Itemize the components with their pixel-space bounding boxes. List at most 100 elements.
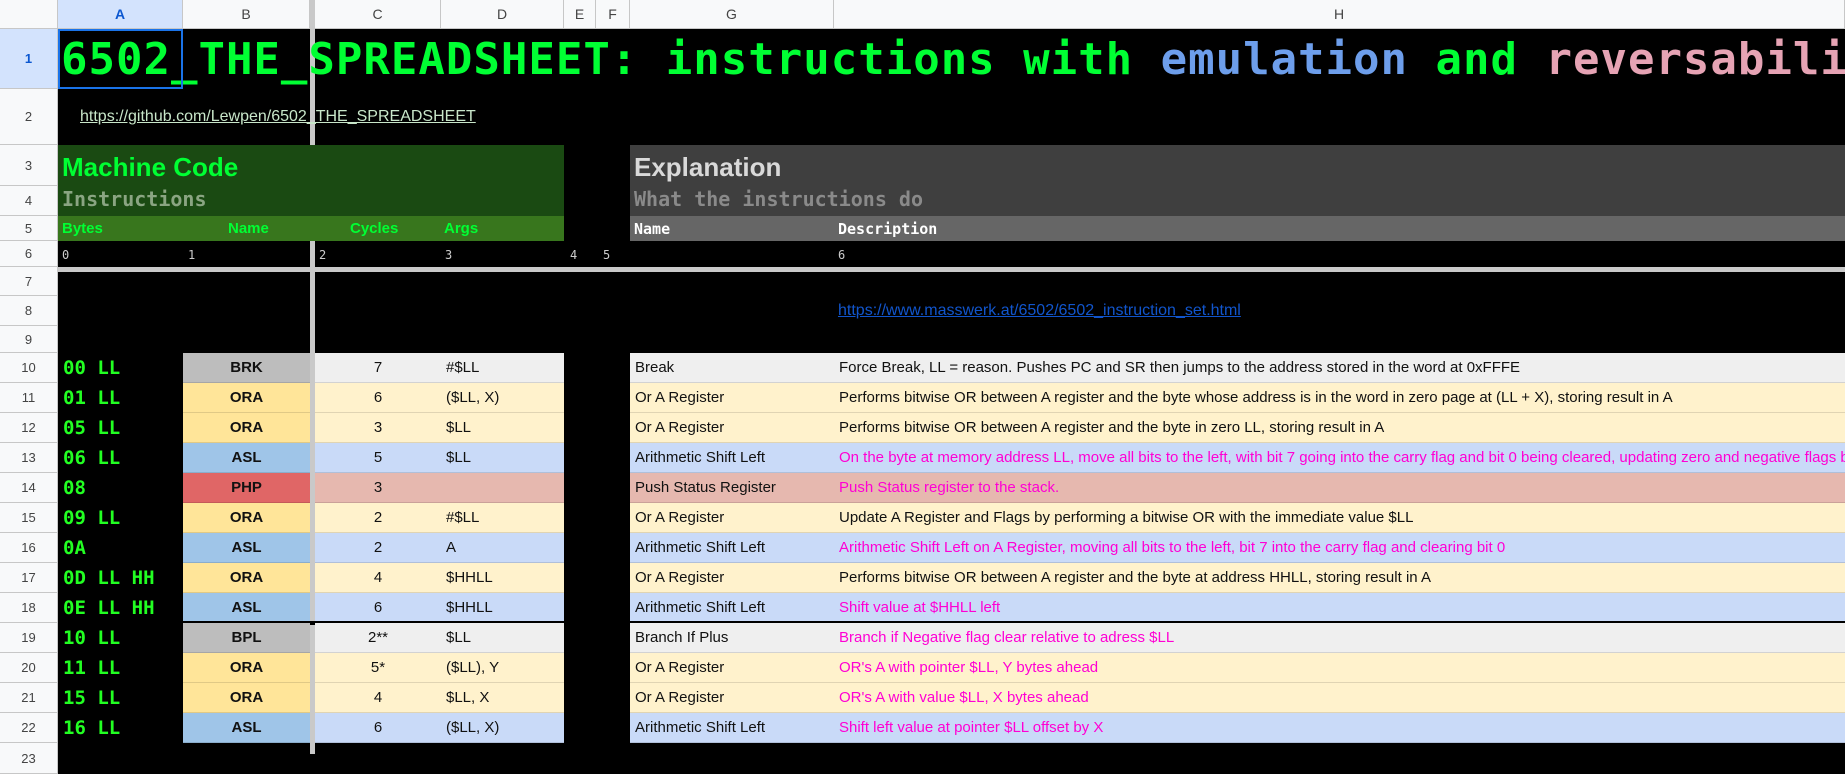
instruction-description[interactable]: Performs bitwise OR between A register a… — [834, 383, 1845, 413]
instruction-fullname[interactable]: Push Status Register — [630, 473, 834, 503]
instruction-fullname[interactable]: Or A Register — [630, 383, 834, 413]
row-header-4[interactable]: 4 — [0, 186, 58, 216]
row-header-12[interactable]: 12 — [0, 413, 58, 443]
instruction-cycles[interactable]: 7 — [315, 353, 441, 383]
instruction-args[interactable]: $LL — [441, 443, 564, 473]
row-header-23[interactable]: 23 — [0, 743, 58, 774]
row-header-11[interactable]: 11 — [0, 383, 58, 413]
instruction-bytes[interactable]: 00 LL — [58, 353, 183, 383]
instruction-mnemonic[interactable]: ASL — [183, 593, 310, 623]
instruction-mnemonic[interactable]: ORA — [183, 413, 310, 443]
instruction-fullname[interactable]: Or A Register — [630, 653, 834, 683]
column-header-e[interactable]: E — [564, 0, 596, 29]
instruction-mnemonic[interactable]: BRK — [183, 353, 310, 383]
instruction-fullname[interactable]: Or A Register — [630, 503, 834, 533]
column-header-d[interactable]: D — [441, 0, 564, 29]
instruction-mnemonic[interactable]: ORA — [183, 383, 310, 413]
instruction-cycles[interactable]: 3 — [315, 413, 441, 443]
row-header-21[interactable]: 21 — [0, 683, 58, 713]
instruction-bytes[interactable]: 11 LL — [58, 653, 183, 683]
instruction-fullname[interactable]: Arithmetic Shift Left — [630, 443, 834, 473]
instruction-args[interactable]: $LL — [441, 413, 564, 443]
instruction-mnemonic[interactable]: ORA — [183, 503, 310, 533]
instruction-fullname[interactable]: Or A Register — [630, 563, 834, 593]
instruction-mnemonic[interactable]: PHP — [183, 473, 310, 503]
instruction-description[interactable]: Branch if Negative flag clear relative t… — [834, 623, 1845, 653]
instruction-cycles[interactable]: 4 — [315, 683, 441, 713]
instruction-args[interactable]: $HHLL — [441, 563, 564, 593]
instruction-args[interactable]: A — [441, 533, 564, 563]
instruction-args[interactable]: $HHLL — [441, 593, 564, 623]
instruction-mnemonic[interactable]: ASL — [183, 443, 310, 473]
instruction-mnemonic[interactable]: ASL — [183, 713, 310, 743]
column-header-c[interactable]: C — [315, 0, 441, 29]
row-header-16[interactable]: 16 — [0, 533, 58, 563]
instruction-bytes[interactable]: 05 LL — [58, 413, 183, 443]
row-header-9[interactable]: 9 — [0, 326, 58, 353]
instruction-description[interactable]: Performs bitwise OR between A register a… — [834, 413, 1845, 443]
instruction-bytes[interactable]: 16 LL — [58, 713, 183, 743]
row-header-10[interactable]: 10 — [0, 353, 58, 383]
instruction-mnemonic[interactable]: ORA — [183, 683, 310, 713]
instruction-description[interactable]: OR's A with pointer $LL, Y bytes ahead — [834, 653, 1845, 683]
instruction-bytes[interactable]: 0E LL HH — [58, 593, 183, 623]
active-cell-outline[interactable] — [58, 29, 183, 89]
instruction-mnemonic[interactable]: BPL — [183, 623, 310, 653]
reference-link[interactable]: https://www.masswerk.at/6502/6502_instru… — [838, 302, 1241, 320]
instruction-bytes[interactable]: 08 — [58, 473, 183, 503]
instruction-args[interactable]: ($LL, X) — [441, 713, 564, 743]
instruction-cycles[interactable]: 6 — [315, 383, 441, 413]
instruction-args[interactable]: #$LL — [441, 503, 564, 533]
instruction-cycles[interactable]: 4 — [315, 563, 441, 593]
instruction-mnemonic[interactable]: ORA — [183, 653, 310, 683]
instruction-mnemonic[interactable]: ASL — [183, 533, 310, 563]
column-header-f[interactable]: F — [596, 0, 630, 29]
instruction-cycles[interactable]: 2 — [315, 533, 441, 563]
instruction-cycles[interactable]: 3 — [315, 473, 441, 503]
instruction-fullname[interactable]: Branch If Plus — [630, 623, 834, 653]
row-header-18[interactable]: 18 — [0, 593, 58, 623]
instruction-description[interactable]: Performs bitwise OR between A register a… — [834, 563, 1845, 593]
frozen-row-divider[interactable] — [58, 267, 1845, 272]
instruction-bytes[interactable]: 0A — [58, 533, 183, 563]
instruction-args[interactable] — [441, 473, 564, 503]
row-header-3[interactable]: 3 — [0, 145, 58, 186]
instruction-args[interactable]: $LL — [441, 623, 564, 653]
instruction-description[interactable]: OR's A with value $LL, X bytes ahead — [834, 683, 1845, 713]
instruction-args[interactable]: $LL, X — [441, 683, 564, 713]
instruction-args[interactable]: #$LL — [441, 353, 564, 383]
row-header-6[interactable]: 6 — [0, 241, 58, 267]
instruction-cycles[interactable]: 2 — [315, 503, 441, 533]
repo-link[interactable]: https://github.com/Lewpen/6502_THE_SPREA… — [80, 108, 476, 126]
row-header-7[interactable]: 7 — [0, 267, 58, 296]
instruction-bytes[interactable]: 0D LL HH — [58, 563, 183, 593]
row-header-19[interactable]: 19 — [0, 623, 58, 653]
instruction-fullname[interactable]: Arithmetic Shift Left — [630, 713, 834, 743]
row-header-1[interactable]: 1 — [0, 29, 58, 89]
row-header-14[interactable]: 14 — [0, 473, 58, 503]
instruction-description[interactable]: Shift value at $HHLL left — [834, 593, 1845, 623]
instruction-description[interactable]: Force Break, LL = reason. Pushes PC and … — [834, 353, 1845, 383]
instruction-bytes[interactable]: 15 LL — [58, 683, 183, 713]
instruction-description[interactable]: Update A Register and Flags by performin… — [834, 503, 1845, 533]
instruction-description[interactable]: On the byte at memory address LL, move a… — [834, 443, 1845, 473]
instruction-fullname[interactable]: Arithmetic Shift Left — [630, 533, 834, 563]
instruction-description[interactable]: Arithmetic Shift Left on A Register, mov… — [834, 533, 1845, 563]
instruction-bytes[interactable]: 01 LL — [58, 383, 183, 413]
instruction-fullname[interactable]: Break — [630, 353, 834, 383]
row-header-15[interactable]: 15 — [0, 503, 58, 533]
column-header-g[interactable]: G — [630, 0, 834, 29]
instruction-bytes[interactable]: 06 LL — [58, 443, 183, 473]
column-header-b[interactable]: B — [183, 0, 310, 29]
row-header-22[interactable]: 22 — [0, 713, 58, 743]
instruction-bytes[interactable]: 10 LL — [58, 623, 183, 653]
instruction-description[interactable]: Shift left value at pointer $LL offset b… — [834, 713, 1845, 743]
column-header-h[interactable]: H — [834, 0, 1845, 29]
row-header-5[interactable]: 5 — [0, 216, 58, 241]
instruction-fullname[interactable]: Or A Register — [630, 413, 834, 443]
row-header-17[interactable]: 17 — [0, 563, 58, 593]
instruction-bytes[interactable]: 09 LL — [58, 503, 183, 533]
row-header-13[interactable]: 13 — [0, 443, 58, 473]
instruction-cycles[interactable]: 5* — [315, 653, 441, 683]
instruction-cycles[interactable]: 5 — [315, 443, 441, 473]
